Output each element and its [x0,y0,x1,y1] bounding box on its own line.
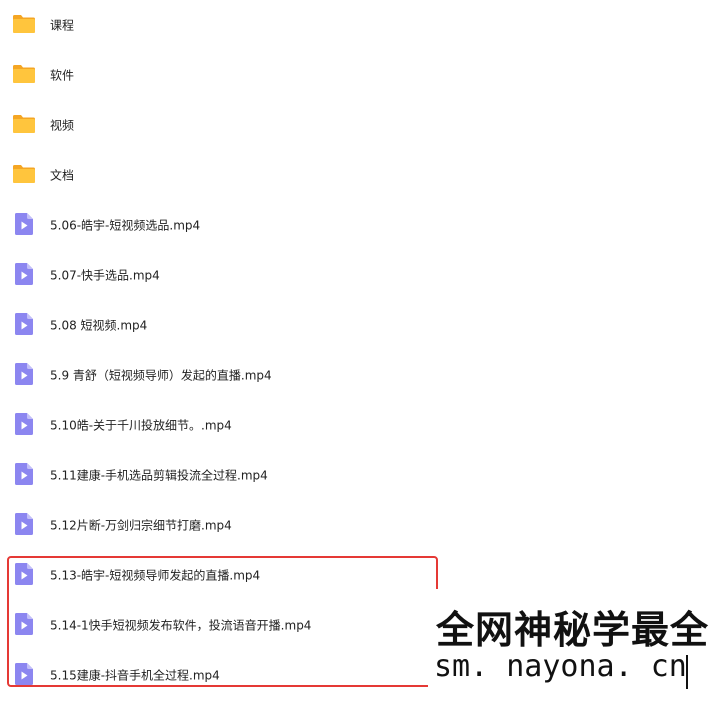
file-name: 视频 [50,118,75,133]
video-file-icon [12,662,36,686]
file-name: 5.14-1快手短视频发布软件，投流语音开播.mp4 [50,618,312,633]
folder-icon [12,112,36,136]
video-file-icon [12,612,36,636]
file-name: 5.11建康-手机选品剪辑投流全过程.mp4 [50,468,268,483]
video-file-icon [12,312,36,336]
video-file-icon [12,462,36,486]
file-name: 5.13-皓宇-短视频导师发起的直播.mp4 [50,568,261,583]
video-file-icon [12,562,36,586]
watermark-url: sm. nayona. cn [434,649,687,684]
folder-row[interactable]: 文档 [0,150,724,200]
file-name: 文档 [50,168,75,183]
video-file-icon [12,512,36,536]
file-name: 5.9 青舒（短视频导师）发起的直播.mp4 [50,368,272,383]
folder-row[interactable]: 课程 [0,0,724,50]
video-file-icon [12,412,36,436]
file-name: 课程 [50,18,75,33]
video-file-row[interactable]: 5.11建康-手机选品剪辑投流全过程.mp4 [0,450,724,500]
folder-row[interactable]: 视频 [0,100,724,150]
video-file-row[interactable]: 5.12片断-万剑归宗细节打磨.mp4 [0,500,724,550]
file-name: 5.12片断-万剑归宗细节打磨.mp4 [50,518,232,533]
file-name: 5.06-皓宇-短视频选品.mp4 [50,218,201,233]
watermark-title: 全网神秘学最全 [436,608,710,652]
video-file-icon [12,262,36,286]
video-file-row[interactable]: 5.9 青舒（短视频导师）发起的直播.mp4 [0,350,724,400]
text-cursor [686,655,688,689]
file-name: 5.15建康-抖音手机全过程.mp4 [50,668,220,683]
video-file-row[interactable]: 5.08 短视频.mp4 [0,300,724,350]
folder-icon [12,12,36,36]
video-file-row[interactable]: 5.06-皓宇-短视频选品.mp4 [0,200,724,250]
video-file-icon [12,362,36,386]
file-name: 软件 [50,68,75,83]
video-file-row[interactable]: 5.07-快手选品.mp4 [0,250,724,300]
video-file-icon [12,212,36,236]
file-name: 5.08 短视频.mp4 [50,318,148,333]
file-name: 5.10皓-关于千川投放细节。.mp4 [50,418,232,433]
video-file-row[interactable]: 5.10皓-关于千川投放细节。.mp4 [0,400,724,450]
folder-icon [12,162,36,186]
folder-icon [12,62,36,86]
watermark: 全网神秘学最全 sm. nayona. cn [428,589,724,702]
file-browser: 课程 软件 视频 文档 5.06-皓宇-短视频选品.mp4 5.07-快手选品.… [0,0,724,702]
folder-row[interactable]: 软件 [0,50,724,100]
file-name: 5.07-快手选品.mp4 [50,268,160,283]
